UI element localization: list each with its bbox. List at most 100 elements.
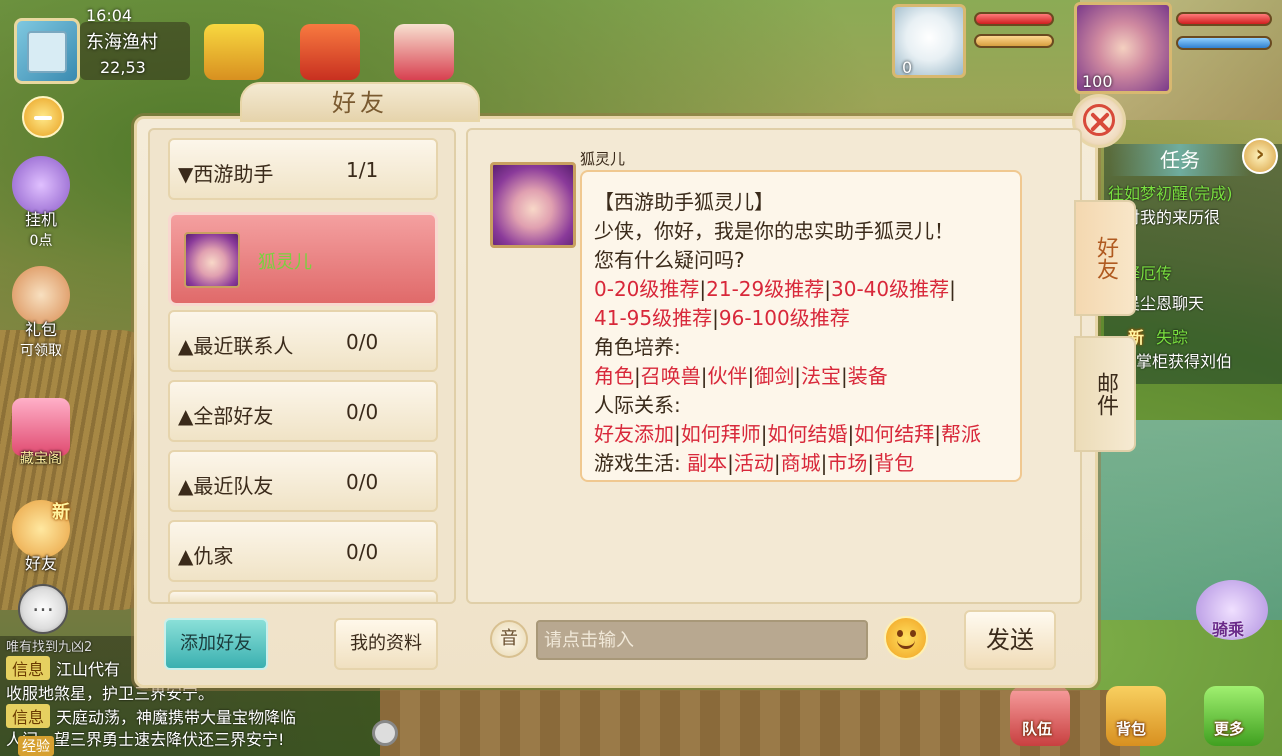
- chat-line: 角色培养:: [594, 335, 681, 359]
- group-name: ▲全部好友: [178, 404, 274, 428]
- chat-social-links: 好友添加|如何拜师|如何结婚|如何结拜|帮派: [594, 422, 981, 446]
- group-count: 1/1: [346, 158, 379, 182]
- bag-label: 背包: [1116, 720, 1147, 738]
- chat-link[interactable]: 好友添加: [594, 422, 674, 446]
- gear-icon[interactable]: [372, 720, 398, 746]
- hero-hp-bar: [1176, 12, 1272, 26]
- chat-level-links-2: 41-95级推荐|96-100级推荐: [594, 306, 850, 330]
- chat-link[interactable]: 市场: [827, 451, 867, 475]
- group-count: 0/0: [346, 470, 379, 494]
- message-text: 天庭动荡，神魔携带大量宝物降临: [56, 708, 297, 727]
- avatar: [184, 232, 240, 288]
- chat-link[interactable]: 帮派: [941, 422, 981, 446]
- tab-mail[interactable]: 邮件: [1074, 336, 1136, 452]
- friends-label: 好友: [24, 554, 57, 573]
- message-text: 江山代有: [56, 660, 121, 679]
- group-partial: [168, 590, 438, 602]
- info-tag: 信息: [6, 656, 51, 680]
- pet-mp-bar: [974, 34, 1054, 48]
- group-all-friends[interactable]: ▲全部好友 0/0: [168, 380, 438, 442]
- clock-time: 16:04: [86, 6, 133, 25]
- chat-link[interactable]: 御剑: [754, 364, 794, 388]
- chat-link[interactable]: 法宝: [801, 364, 841, 388]
- chat-link[interactable]: 如何结拜: [854, 422, 934, 446]
- collapse-button[interactable]: [22, 96, 64, 138]
- task-line[interactable]: 刘掌柜获得刘伯: [1120, 348, 1232, 372]
- chat-link[interactable]: 背包: [874, 451, 914, 475]
- chat-link[interactable]: 商城: [781, 451, 821, 475]
- chat-link[interactable]: 装备: [848, 364, 888, 388]
- group-name: ▲仇家: [178, 544, 234, 568]
- pet-level: 0: [902, 58, 913, 77]
- scroll-icon: [27, 31, 67, 73]
- group-count: 0/0: [346, 330, 379, 354]
- gift-pack-status: 可领取: [20, 343, 62, 359]
- activity-icon[interactable]: [204, 24, 264, 80]
- gift-pack-button[interactable]: 礼包 可领取: [8, 266, 74, 360]
- ranking-icon[interactable]: [394, 24, 454, 80]
- friend-name: 狐灵儿: [258, 252, 312, 273]
- gift-box-icon[interactable]: [300, 24, 360, 80]
- chat-link[interactable]: 伙伴: [708, 364, 748, 388]
- chat-bubble-icon[interactable]: [18, 584, 68, 634]
- chat-sender-name: 狐灵儿: [580, 150, 626, 168]
- close-icon: [1083, 104, 1115, 136]
- group-recent-contacts[interactable]: ▲最近联系人 0/0: [168, 310, 438, 372]
- hero-level: 100: [1082, 72, 1113, 91]
- afk-label: 挂机: [24, 210, 57, 229]
- chat-line: 人际关系:: [594, 393, 681, 417]
- chevron-right-icon[interactable]: ›: [1242, 138, 1278, 174]
- tab-label: 好友: [1093, 236, 1118, 280]
- group-name: ▲最近联系人: [178, 334, 294, 358]
- chat-link[interactable]: 21-29级推荐: [706, 277, 824, 301]
- afk-button[interactable]: 挂机 0点: [8, 156, 74, 250]
- voice-button[interactable]: 音: [490, 620, 528, 658]
- chat-link[interactable]: 如何结婚: [768, 422, 848, 446]
- group-name: ▼西游助手: [178, 162, 274, 186]
- chat-link[interactable]: 角色: [594, 364, 634, 388]
- chat-line: 【西游助手狐灵儿】: [594, 190, 774, 214]
- chat-link[interactable]: 96-100级推荐: [719, 306, 850, 330]
- pet-hp-bar: [974, 12, 1054, 26]
- add-friend-button[interactable]: 添加好友: [164, 618, 268, 670]
- chat-life-links: 游戏生活: 副本|活动|商城|市场|背包: [594, 451, 915, 475]
- new-badge: 新: [52, 502, 70, 523]
- hero-mp-bar: [1176, 36, 1272, 50]
- task-line[interactable]: 失踪: [1156, 324, 1188, 348]
- message-line-1: 信息 江山代有: [6, 656, 120, 680]
- task-title[interactable]: 任务: [1110, 144, 1250, 176]
- chat-link[interactable]: 41-95级推荐: [594, 306, 712, 330]
- chat-link[interactable]: 召唤兽: [641, 364, 701, 388]
- chat-link[interactable]: 活动: [734, 451, 774, 475]
- group-recent-teammates[interactable]: ▲最近队友 0/0: [168, 450, 438, 512]
- location-name: 东海渔村: [86, 32, 158, 53]
- treasure-pavilion-button[interactable]: 藏宝阁: [8, 398, 74, 468]
- more-label: 更多: [1214, 720, 1245, 738]
- location-coords: 22,53: [100, 58, 146, 77]
- exp-label: 经验: [18, 736, 54, 756]
- ride-label: 骑乘: [1212, 620, 1245, 639]
- message-partial: 唯有找到九凶2: [6, 640, 93, 655]
- map-icon[interactable]: [14, 18, 80, 84]
- send-button[interactable]: 发送: [964, 610, 1056, 670]
- group-xiyou-assistant[interactable]: ▼西游助手 1/1: [168, 138, 438, 200]
- gift-pack-label: 礼包: [24, 320, 57, 339]
- chat-link[interactable]: 如何拜师: [681, 422, 761, 446]
- emoji-icon[interactable]: [884, 616, 928, 660]
- chat-link[interactable]: 0-20级推荐: [594, 277, 699, 301]
- group-name: ▲最近队友: [178, 474, 274, 498]
- chat-link[interactable]: 30-40级推荐: [831, 277, 949, 301]
- message-line-2: 信息 天庭动荡，神魔携带大量宝物降临: [6, 704, 296, 728]
- avatar: [490, 162, 576, 248]
- my-profile-button[interactable]: 我的资料: [334, 618, 438, 670]
- tab-friends[interactable]: 好友: [1074, 200, 1136, 316]
- chat-line: 您有什么疑问吗?: [594, 248, 745, 272]
- info-tag: 信息: [6, 704, 51, 728]
- afk-points: 0点: [29, 233, 53, 249]
- chat-input-box: [536, 620, 868, 660]
- group-enemies[interactable]: ▲仇家 0/0: [168, 520, 438, 582]
- chat-role-links: 角色|召唤兽|伙伴|御剑|法宝|装备: [594, 364, 888, 388]
- chat-link[interactable]: 副本: [687, 451, 727, 475]
- chat-input[interactable]: [538, 622, 866, 658]
- chat-heading: 游戏生活:: [594, 451, 681, 475]
